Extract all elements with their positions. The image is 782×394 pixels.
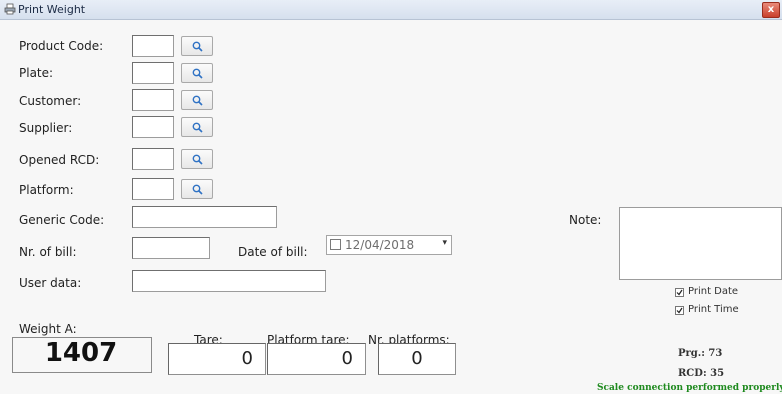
generic-code-input[interactable]	[132, 206, 277, 228]
printer-icon	[4, 3, 16, 15]
customer-input[interactable]	[132, 89, 174, 111]
print-date-checkbox[interactable]	[675, 288, 684, 297]
scale-connection-status: Scale connection performed properly	[597, 383, 782, 393]
user-data-label: User data:	[19, 276, 82, 290]
print-weight-window: Print Weight x Product Code: Plate: Cust…	[0, 0, 782, 394]
customer-search-button[interactable]	[181, 90, 213, 110]
window-title: Print Weight	[18, 3, 86, 16]
checkmark-icon	[676, 307, 683, 314]
date-of-bill-label: Date of bill:	[238, 245, 308, 259]
opened-rcd-label: Opened RCD:	[19, 153, 100, 167]
search-icon	[192, 122, 203, 133]
tare-input[interactable]: 0	[168, 343, 266, 375]
close-button[interactable]: x	[762, 2, 780, 18]
search-icon	[192, 154, 203, 165]
opened-rcd-input[interactable]	[132, 148, 174, 170]
plate-input[interactable]	[132, 62, 174, 84]
search-icon	[192, 41, 203, 52]
product-code-search-button[interactable]	[181, 36, 213, 56]
search-icon	[192, 68, 203, 79]
platform-search-button[interactable]	[181, 179, 213, 199]
nr-of-bill-label: Nr. of bill:	[19, 245, 77, 259]
weight-a-value: 1407	[44, 338, 118, 368]
nr-of-bill-input[interactable]	[132, 237, 210, 259]
note-label: Note:	[569, 213, 602, 227]
search-icon	[192, 95, 203, 106]
note-textarea[interactable]	[619, 207, 782, 280]
user-data-input[interactable]	[132, 270, 326, 292]
checkmark-icon	[676, 289, 683, 296]
customer-label: Customer:	[19, 94, 82, 108]
platform-input[interactable]	[132, 178, 174, 200]
plate-label: Plate:	[19, 66, 54, 80]
product-code-input[interactable]	[132, 35, 174, 57]
date-of-bill-value: 12/04/2018	[345, 238, 415, 252]
print-date-label: Print Date	[688, 286, 739, 297]
title-bar: Print Weight x	[0, 0, 782, 20]
platform-label: Platform:	[19, 183, 74, 197]
print-time-label: Print Time	[688, 304, 739, 315]
plate-search-button[interactable]	[181, 63, 213, 83]
generic-code-label: Generic Code:	[19, 213, 105, 227]
opened-rcd-search-button[interactable]	[181, 149, 213, 169]
nr-platforms-input[interactable]: 0	[378, 343, 456, 375]
date-of-bill-picker[interactable]: 12/04/2018 ▾	[326, 235, 452, 255]
product-code-label: Product Code:	[19, 39, 104, 53]
print-time-checkbox[interactable]	[675, 306, 684, 315]
date-of-bill-checkbox[interactable]	[330, 239, 341, 250]
supplier-label: Supplier:	[19, 121, 73, 135]
search-icon	[192, 184, 203, 195]
supplier-search-button[interactable]	[181, 117, 213, 137]
platform-tare-input[interactable]: 0	[267, 343, 366, 375]
prg-status: Prg.: 73	[678, 348, 723, 359]
supplier-input[interactable]	[132, 116, 174, 138]
rcd-status: RCD: 35	[678, 368, 725, 379]
close-icon: x	[767, 4, 775, 15]
weight-a-label: Weight A:	[19, 322, 77, 336]
dropdown-arrow-icon[interactable]: ▾	[442, 238, 447, 248]
